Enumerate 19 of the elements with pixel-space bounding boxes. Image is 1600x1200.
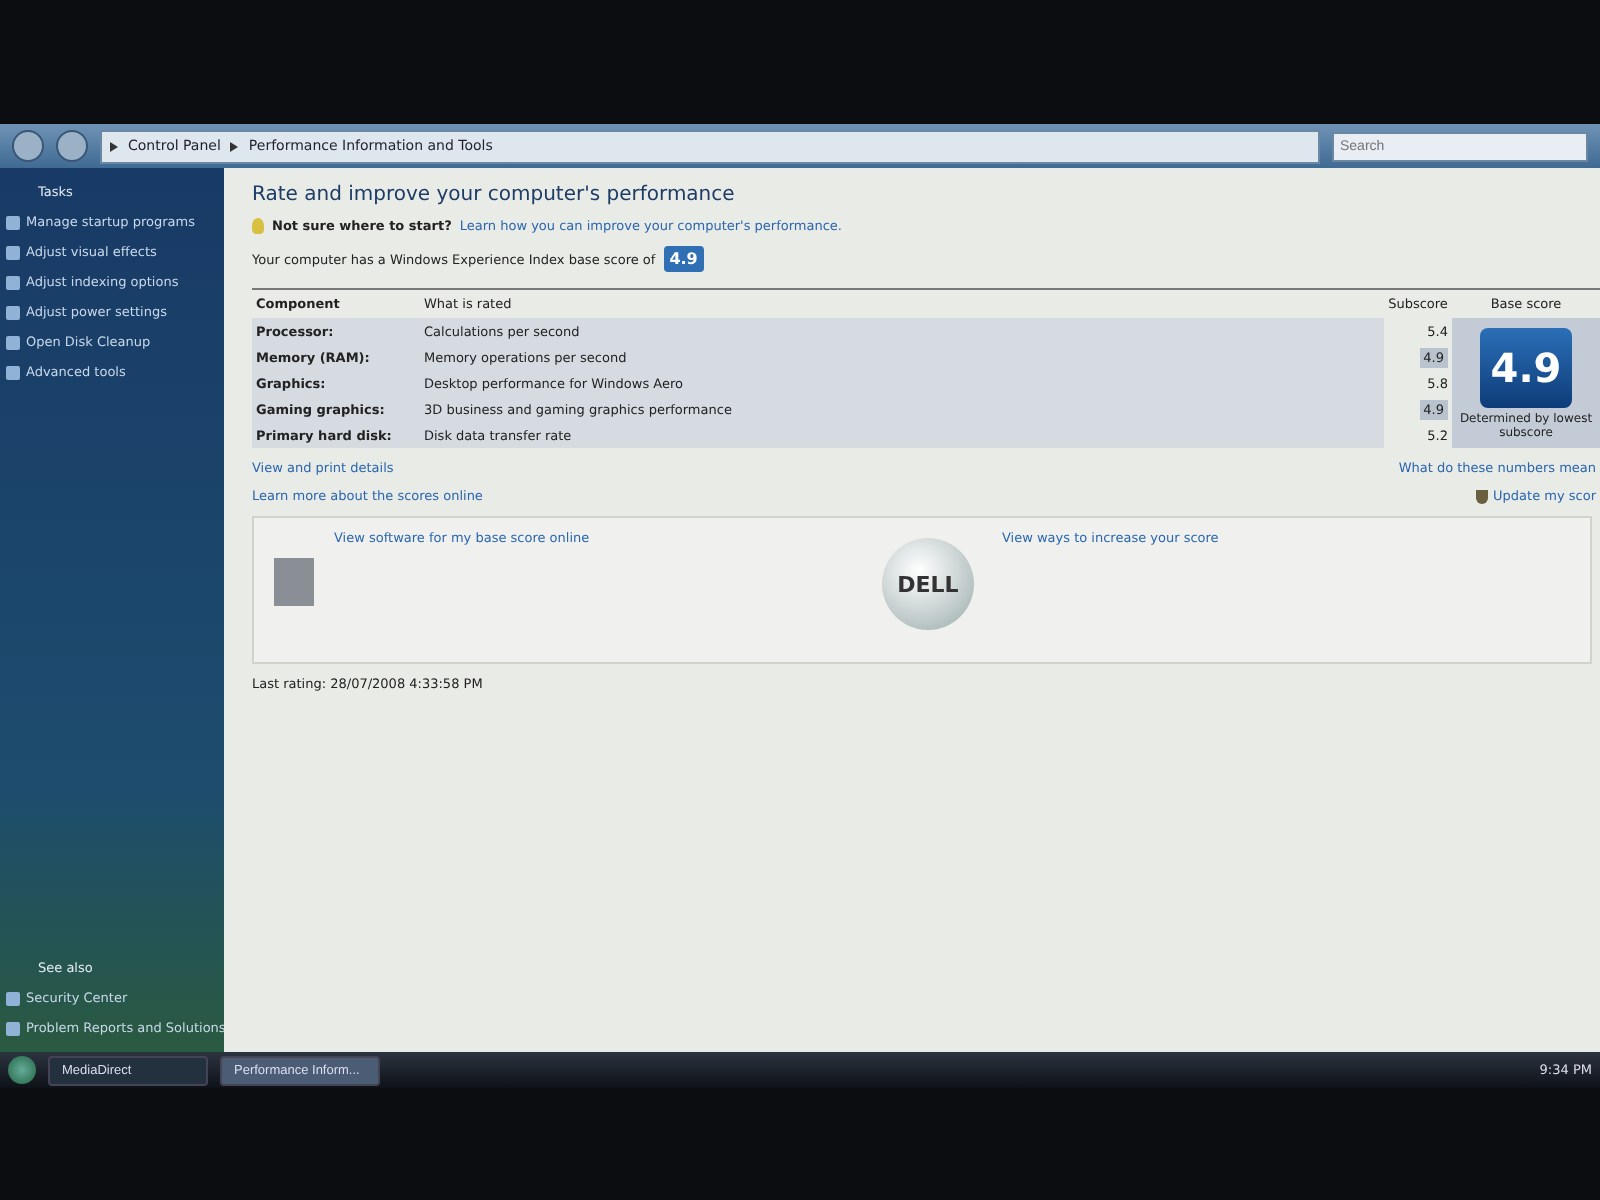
task-icon (6, 215, 20, 229)
page-title: Rate and improve your computer's performance (252, 184, 737, 206)
back-button[interactable] (12, 130, 44, 162)
score-badge: 4.9 (663, 246, 704, 272)
task-icon (6, 991, 20, 1005)
base-score-tile: 4.9 (1480, 327, 1572, 407)
logo: DELL (882, 538, 974, 630)
task-icon (6, 1021, 20, 1035)
task-icon (6, 365, 20, 379)
chevron-icon (230, 141, 239, 151)
start-button[interactable] (8, 1056, 36, 1084)
task-icon (6, 335, 20, 349)
shield-icon (1475, 489, 1488, 503)
task-icon (6, 305, 20, 319)
task-icon (6, 275, 20, 289)
task-icon (6, 245, 20, 259)
forward-button[interactable] (56, 130, 88, 162)
lightbulb-icon (252, 218, 264, 234)
chevron-icon (110, 141, 118, 151)
